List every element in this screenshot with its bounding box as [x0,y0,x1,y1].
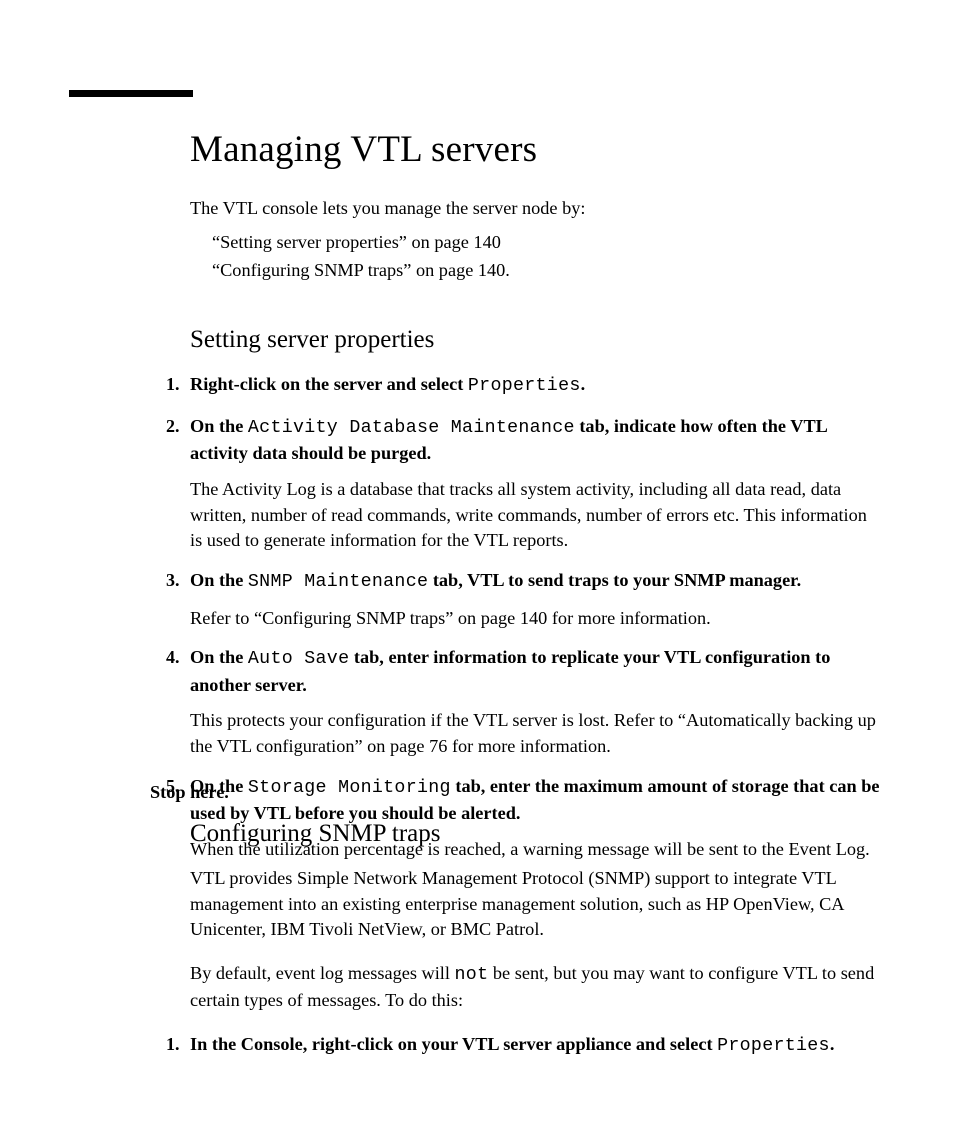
step-heading: On the SNMP Maintenance tab, VTL to send… [190,570,801,590]
page-content: Managing VTL servers The VTL console let… [190,128,880,876]
step-body: This protects your configuration if the … [190,708,880,759]
step-text: . [830,1034,835,1054]
step-text: Right-click on the server and select [190,374,468,394]
body-paragraph: VTL provides Simple Network Management P… [190,866,880,943]
section-heading: Configuring SNMP traps [190,820,880,848]
step-mono: Auto Save [248,649,349,669]
step-heading: In the Console, right-click on your VTL … [190,1034,834,1054]
step-heading: Right-click on the server and select Pro… [190,374,585,394]
step-mono: SNMP Maintenance [248,572,428,592]
section2-content: Configuring SNMP traps VTL provides Simp… [190,820,880,1074]
steps-list: In the Console, right-click on your VTL … [170,1032,880,1060]
step-text: On the [190,647,248,667]
step-item: Right-click on the server and select Pro… [170,372,880,400]
step-text: On the [190,416,248,436]
step-item: On the Activity Database Maintenance tab… [170,414,880,554]
intro-lead: The VTL console lets you manage the serv… [190,195,880,222]
step-item: On the Auto Save tab, enter information … [170,645,880,759]
step-heading: On the Activity Database Maintenance tab… [190,416,827,464]
intro-item: “Configuring SNMP traps” on page 140. [212,256,880,284]
header-rule [69,90,193,97]
step-text: tab, VTL to send traps to your SNMP mana… [428,570,801,590]
step-text: . [581,374,586,394]
body-paragraph: By default, event log messages will not … [190,961,880,1014]
step-mono: Properties [717,1036,830,1056]
stop-block: Stop here. [150,772,880,803]
page-title: Managing VTL servers [190,128,880,171]
step-body: Refer to “Configuring SNMP traps” on pag… [190,606,880,632]
step-mono: Activity Database Maintenance [248,418,575,438]
step-item: In the Console, right-click on your VTL … [170,1032,880,1060]
document-page: Managing VTL servers The VTL console let… [0,0,954,1145]
step-text: On the [190,570,248,590]
stop-text: Stop here. [150,782,880,803]
body-mono: not [455,965,489,985]
step-heading: On the Auto Save tab, enter information … [190,647,830,695]
step-text: In the Console, right-click on your VTL … [190,1034,717,1054]
step-item: On the SNMP Maintenance tab, VTL to send… [170,568,880,631]
section-heading: Setting server properties [190,326,880,354]
body-text: By default, event log messages will [190,963,455,983]
step-body: The Activity Log is a database that trac… [190,477,880,554]
step-mono: Properties [468,376,581,396]
intro-item: “Setting server properties” on page 140 [212,228,880,256]
